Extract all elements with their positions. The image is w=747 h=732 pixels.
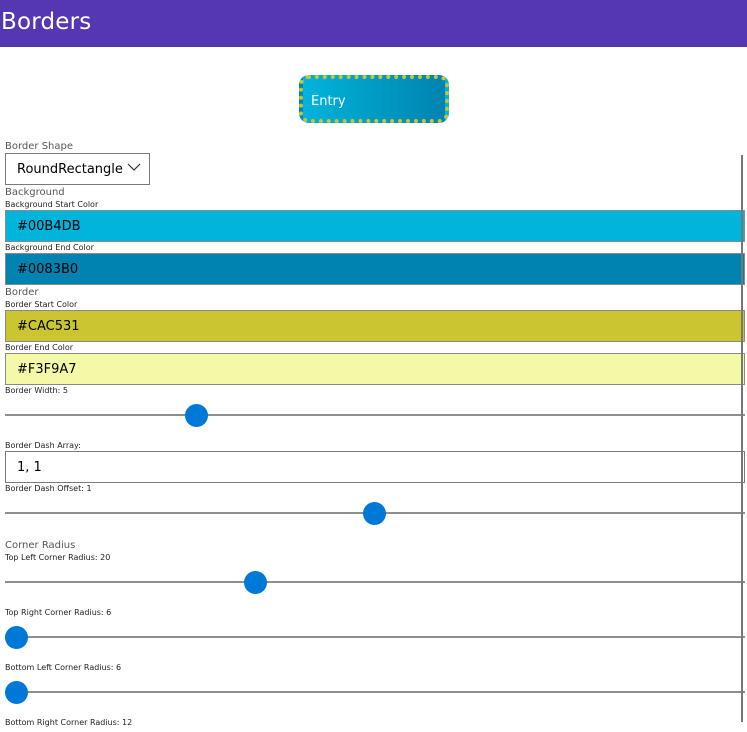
entry-label: Entry [311, 94, 346, 109]
background-section-label: Background [5, 187, 65, 198]
border-dash-offset-label: Border Dash Offset: 1 [5, 484, 92, 493]
border-dash-array-value: 1, 1 [17, 460, 42, 475]
background-start-label: Background Start Color [5, 200, 99, 209]
slider-thumb[interactable] [244, 571, 267, 594]
background-start-field[interactable]: #00B4DB [5, 210, 745, 242]
slider-track [5, 636, 745, 638]
border-dash-array-input[interactable]: 1, 1 [5, 451, 745, 483]
border-dash-array-label: Border Dash Array: [5, 441, 81, 450]
vertical-scrollbar[interactable] [741, 155, 743, 722]
slider-track [5, 581, 745, 583]
border-start-label: Border Start Color [5, 300, 78, 309]
bottom-right-radius-label: Bottom Right Corner Radius: 12 [5, 718, 133, 727]
top-right-radius-slider[interactable] [5, 625, 745, 649]
corner-radius-section-label: Corner Radius [5, 540, 76, 551]
slider-track [5, 414, 745, 416]
bottom-left-radius-label: Bottom Left Corner Radius: 6 [5, 663, 122, 672]
entry-preview-button[interactable]: Entry [299, 75, 449, 123]
chevron-down-icon [127, 163, 141, 171]
bottom-left-radius-slider[interactable] [5, 680, 745, 704]
slider-thumb[interactable] [5, 626, 28, 649]
border-shape-value: RoundRectangle [17, 162, 123, 177]
background-end-label: Background End Color [5, 243, 94, 252]
top-left-radius-label: Top Left Corner Radius: 20 [5, 553, 111, 562]
border-start-field[interactable]: #CAC531 [5, 310, 745, 342]
window-title: Borders [1, 9, 92, 35]
border-width-label: Border Width: 5 [5, 386, 68, 395]
top-left-radius-slider[interactable] [5, 570, 745, 594]
slider-thumb[interactable] [363, 502, 386, 525]
border-shape-dropdown[interactable]: RoundRectangle [5, 153, 150, 185]
title-bar: Borders [0, 0, 747, 47]
border-shape-label: Border Shape [5, 141, 74, 152]
top-right-radius-label: Top Right Corner Radius: 6 [5, 608, 112, 617]
slider-track [5, 691, 745, 693]
background-start-value: #00B4DB [17, 219, 81, 234]
border-end-field[interactable]: #F3F9A7 [5, 353, 745, 385]
slider-thumb[interactable] [5, 681, 28, 704]
background-end-field[interactable]: #0083B0 [5, 253, 745, 285]
border-width-slider[interactable] [5, 403, 745, 427]
slider-thumb[interactable] [185, 404, 208, 427]
border-start-value: #CAC531 [17, 319, 80, 334]
border-dash-offset-slider[interactable] [5, 501, 745, 525]
border-end-value: #F3F9A7 [17, 362, 77, 377]
border-end-label: Border End Color [5, 343, 73, 352]
background-end-value: #0083B0 [17, 262, 79, 277]
border-section-label: Border [5, 287, 39, 298]
